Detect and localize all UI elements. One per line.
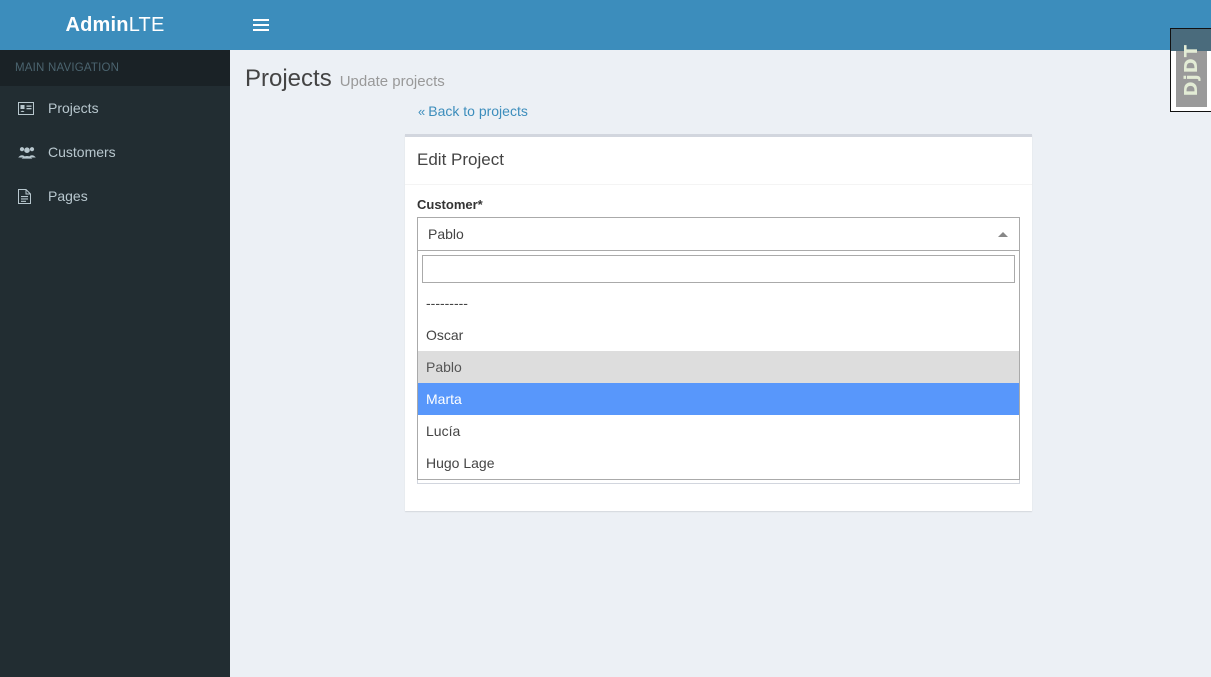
admin-lte-page: Admin LTE MAIN NAVIGATION Projects Custo… <box>0 0 1211 677</box>
customer-option[interactable]: Pablo <box>418 351 1019 383</box>
customer-select-trigger[interactable]: Pablo <box>417 217 1020 251</box>
back-to-projects-link[interactable]: «Back to projects <box>418 103 528 119</box>
top-navbar <box>230 0 1211 50</box>
box-body: Customer* Pablo --------- Oscar Pablo Ma… <box>405 185 1032 511</box>
djdt-inner: DjDT <box>1175 33 1207 107</box>
customer-option[interactable]: Marta <box>418 383 1019 415</box>
customer-option[interactable]: Oscar <box>418 319 1019 351</box>
sidebar-item-customers[interactable]: Customers <box>0 130 230 174</box>
chevron-up-icon[interactable] <box>993 218 1013 250</box>
double-chevron-left-icon: « <box>418 104 426 119</box>
djdt-label: DjDT <box>1180 43 1202 97</box>
sidebar-section-title: MAIN NAVIGATION <box>0 50 230 86</box>
sidebar-item-label: Pages <box>48 188 88 204</box>
customer-selected-value: Pablo <box>428 226 464 242</box>
customer-form-group: Customer* Pablo --------- Oscar Pablo Ma… <box>417 197 1020 480</box>
box-wrapper: Edit Project Customer* Pablo --------- O… <box>230 121 1211 511</box>
back-link-row: «Back to projects <box>230 93 1211 121</box>
sidebar: MAIN NAVIGATION Projects Customers Pages <box>0 50 230 677</box>
box-title: Edit Project <box>417 150 504 169</box>
customer-option[interactable]: --------- <box>418 287 1019 319</box>
customer-options-list: --------- Oscar Pablo Marta Lucía Hugo L… <box>418 287 1019 479</box>
sidebar-item-label: Projects <box>48 100 99 116</box>
sidebar-item-label: Customers <box>48 144 116 160</box>
edit-project-box: Edit Project Customer* Pablo --------- O… <box>405 134 1032 511</box>
brand-name-bold: Admin <box>65 13 129 36</box>
customer-search-wrap <box>418 251 1019 287</box>
users-icon <box>18 146 38 159</box>
content-wrapper: Projects Update projects «Back to project… <box>230 50 1211 677</box>
hamburger-icon <box>252 16 269 34</box>
customer-dropdown-panel: --------- Oscar Pablo Marta Lucía Hugo L… <box>417 251 1020 480</box>
back-link-label: Back to projects <box>428 103 528 119</box>
django-debug-toolbar-handle[interactable]: DjDT <box>1170 28 1211 112</box>
customer-search-input[interactable] <box>422 255 1015 283</box>
sidebar-toggle-button[interactable] <box>238 0 283 50</box>
customer-option[interactable]: Hugo Lage <box>418 447 1019 479</box>
brand-name-light: LTE <box>128 13 165 36</box>
page-title: Projects <box>245 65 332 92</box>
content-header: Projects Update projects <box>230 50 1211 93</box>
sidebar-item-pages[interactable]: Pages <box>0 174 230 218</box>
box-header: Edit Project <box>405 137 1032 185</box>
customer-label: Customer* <box>417 197 483 212</box>
customer-select2: Pablo --------- Oscar Pablo Marta Lucía … <box>417 217 1020 480</box>
page-subtitle: Update projects <box>339 73 445 90</box>
file-text-icon <box>18 188 38 204</box>
sidebar-item-projects[interactable]: Projects <box>0 86 230 130</box>
customer-option[interactable]: Lucía <box>418 415 1019 447</box>
brand-logo[interactable]: Admin LTE <box>0 0 230 50</box>
id-card-icon <box>18 101 38 115</box>
